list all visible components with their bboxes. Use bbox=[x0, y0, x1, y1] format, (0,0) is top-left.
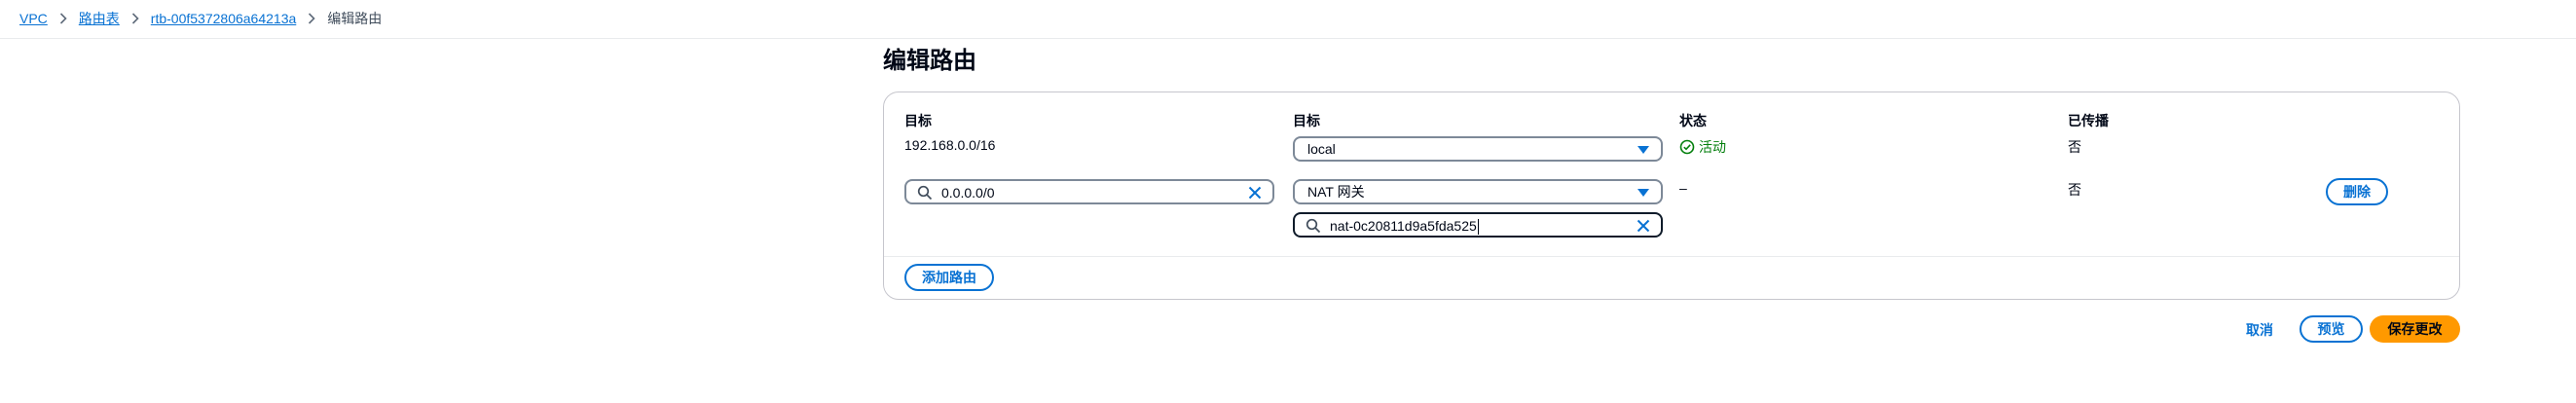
chevron-right-icon bbox=[59, 13, 67, 24]
header-divider bbox=[0, 38, 2576, 39]
add-route-button[interactable]: 添加路由 bbox=[904, 264, 994, 291]
clear-icon[interactable] bbox=[1635, 217, 1652, 235]
breadcrumb-route-table-id[interactable]: rtb-00f5372806a64213a bbox=[151, 11, 296, 26]
propagated-text: 否 bbox=[2068, 182, 2081, 198]
route-destination-text: 192.168.0.0/16 bbox=[904, 137, 996, 153]
preview-button[interactable]: 预览 bbox=[2300, 315, 2363, 343]
panel-divider bbox=[884, 256, 2459, 257]
page-title: 编辑路由 bbox=[883, 48, 976, 74]
search-icon bbox=[1306, 218, 1321, 234]
column-header-destination: 目标 bbox=[904, 113, 932, 128]
propagated-text: 否 bbox=[2068, 139, 2081, 155]
target-search-input[interactable]: nat-0c20811d9a5fda525 bbox=[1293, 212, 1663, 238]
destination-search-input[interactable]: 0.0.0.0/0 bbox=[904, 179, 1274, 204]
cancel-button[interactable]: 取消 bbox=[2246, 320, 2273, 340]
column-header-target: 目标 bbox=[1293, 113, 1320, 128]
chevron-right-icon bbox=[131, 13, 139, 24]
caret-down-icon bbox=[1638, 146, 1649, 154]
clear-icon[interactable] bbox=[1246, 184, 1264, 202]
target-type-select-value: NAT 网关 bbox=[1307, 184, 1365, 200]
column-header-propagated: 已传播 bbox=[2068, 113, 2109, 128]
breadcrumb-route-tables[interactable]: 路由表 bbox=[79, 9, 120, 28]
search-icon bbox=[917, 185, 933, 201]
column-header-status: 状态 bbox=[1679, 113, 1707, 128]
breadcrumb-current: 编辑路由 bbox=[327, 11, 383, 26]
target-type-select[interactable]: NAT 网关 bbox=[1293, 179, 1663, 204]
status-text: 活动 bbox=[1699, 139, 1726, 155]
destination-search-value: 0.0.0.0/0 bbox=[941, 185, 995, 201]
target-search-value-wrap: nat-0c20811d9a5fda525 bbox=[1330, 218, 1479, 236]
chevron-right-icon bbox=[308, 13, 315, 24]
routes-panel: 目标 目标 状态 已传播 192.168.0.0/16 local 活动 否 0… bbox=[883, 92, 2460, 300]
target-select[interactable]: local bbox=[1293, 136, 1663, 162]
text-cursor bbox=[1477, 219, 1479, 236]
breadcrumb: VPC 路由表 rtb-00f5372806a64213a 编辑路由 bbox=[19, 10, 382, 27]
check-circle-icon bbox=[1679, 139, 1695, 155]
caret-down-icon bbox=[1638, 189, 1649, 197]
breadcrumb-vpc[interactable]: VPC bbox=[19, 11, 48, 26]
remove-route-button[interactable]: 删除 bbox=[2326, 178, 2388, 205]
target-search-value: nat-0c20811d9a5fda525 bbox=[1330, 218, 1477, 234]
target-select-value: local bbox=[1307, 141, 1336, 157]
save-changes-button[interactable]: 保存更改 bbox=[2370, 315, 2460, 343]
status-badge: 活动 bbox=[1679, 137, 1726, 157]
status-empty-text: – bbox=[1679, 180, 1687, 196]
